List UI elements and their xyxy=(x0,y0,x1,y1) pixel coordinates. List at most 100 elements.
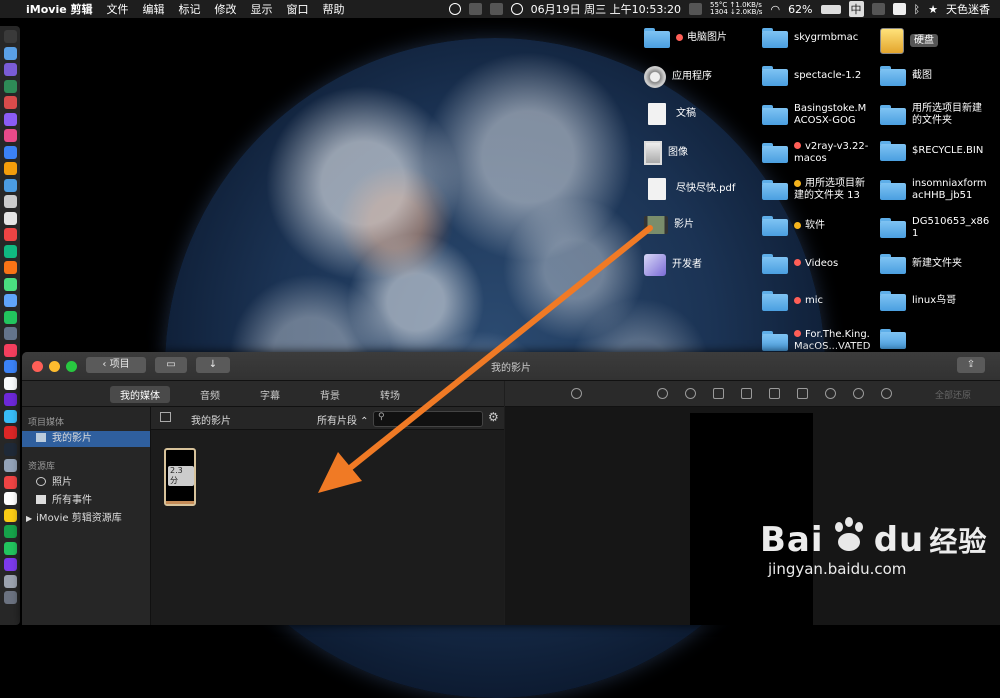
menu-mark[interactable]: 标记 xyxy=(179,1,201,17)
menu-view[interactable]: 显示 xyxy=(251,1,273,17)
gear-icon[interactable]: ⚙ xyxy=(488,410,499,424)
desktop-item[interactable]: 新建文件夹 xyxy=(880,253,962,274)
dock-app-icon[interactable] xyxy=(4,310,17,324)
magic-wand-icon[interactable] xyxy=(571,388,582,399)
dock-app-icon[interactable] xyxy=(4,409,17,423)
dock-app-icon[interactable] xyxy=(4,228,17,241)
desktop-item[interactable]: 尽快尽快.pdf xyxy=(644,178,735,201)
dock-app-icon[interactable] xyxy=(4,442,17,456)
dock-app-icon[interactable] xyxy=(4,508,17,522)
dock-app-icon[interactable] xyxy=(4,327,17,340)
desktop-item[interactable]: For.The.King. MacOS...VATED xyxy=(762,329,870,353)
dock-app-icon[interactable] xyxy=(4,426,17,439)
dock-app-icon[interactable] xyxy=(4,492,17,505)
dock-app-icon[interactable] xyxy=(4,46,17,60)
dock-app-icon[interactable] xyxy=(4,178,17,192)
desktop-item[interactable]: DG510653_x86 1 xyxy=(880,216,989,240)
menu-window[interactable]: 窗口 xyxy=(287,1,309,17)
datetime[interactable]: 06月19日 周三 上午10:53:20 xyxy=(531,1,681,17)
network-stats[interactable]: 55°C ↑1.0KB/s 1304 ↓2.0KB/s xyxy=(710,2,762,16)
tab-backgrounds[interactable]: 背景 xyxy=(320,387,340,402)
wifi-icon[interactable]: ◠ xyxy=(770,3,780,16)
info-icon[interactable] xyxy=(881,388,892,399)
menu-file[interactable]: 文件 xyxy=(107,1,129,17)
desktop-item[interactable]: 开发者 xyxy=(644,253,702,276)
dock-app-icon[interactable] xyxy=(4,294,17,307)
tab-transitions[interactable]: 转场 xyxy=(380,387,400,402)
bluetooth-icon[interactable]: ᛒ xyxy=(914,3,921,16)
volume-icon[interactable] xyxy=(769,388,780,399)
camera-icon[interactable] xyxy=(741,388,752,399)
dock-app-icon[interactable] xyxy=(4,591,17,604)
menu-modify[interactable]: 修改 xyxy=(215,1,237,17)
s-app-icon[interactable] xyxy=(892,3,906,15)
dock-app-icon[interactable] xyxy=(4,211,17,225)
dock-app-icon[interactable] xyxy=(4,96,17,109)
sidebar-item-my-movie[interactable]: 我的影片 xyxy=(22,431,150,447)
dock-app-icon[interactable] xyxy=(4,244,17,258)
dock-app-icon[interactable] xyxy=(4,79,17,93)
dock-app-icon[interactable] xyxy=(4,525,17,538)
color-palette-icon[interactable] xyxy=(685,388,696,399)
search-input[interactable]: ⚲ xyxy=(373,411,483,427)
user-name[interactable]: 天色迷香 xyxy=(946,1,990,17)
desktop-item[interactable]: mic xyxy=(762,291,823,312)
sidebar-toggle-icon[interactable] xyxy=(160,412,171,422)
dock-app-icon[interactable] xyxy=(4,112,17,126)
desktop-item[interactable]: 截图 xyxy=(880,65,932,86)
battery-percent[interactable]: 62% xyxy=(788,3,812,16)
dock-app-icon[interactable] xyxy=(4,343,17,357)
menu-app-name[interactable]: iMovie 剪辑 xyxy=(26,1,93,17)
tab-my-media[interactable]: 我的媒体 xyxy=(110,386,170,403)
desktop-item[interactable]: 软件 xyxy=(762,216,825,236)
dock-app-icon[interactable] xyxy=(4,360,17,373)
dock-app-icon[interactable] xyxy=(4,574,17,588)
menu-edit[interactable]: 编辑 xyxy=(143,1,165,17)
tab-titles[interactable]: 字幕 xyxy=(260,387,280,402)
desktop-item[interactable]: 影片 xyxy=(644,216,694,234)
dock-app-icon[interactable] xyxy=(4,376,17,390)
desktop-item[interactable]: v2ray-v3.22- macos xyxy=(762,141,868,165)
filter-icon[interactable] xyxy=(853,388,864,399)
dock-app-icon[interactable] xyxy=(4,277,17,291)
display-icon[interactable] xyxy=(468,3,482,15)
dock-app-icon[interactable] xyxy=(4,261,17,274)
dock-app-icon[interactable] xyxy=(4,475,17,489)
desktop-item[interactable]: 图像 xyxy=(644,140,688,165)
dock-app-icon[interactable] xyxy=(4,459,17,472)
desktop-item[interactable]: 电脑图片 xyxy=(644,28,727,48)
sidebar-item-photos[interactable]: 照片 xyxy=(22,475,150,491)
battery-icon[interactable] xyxy=(820,4,841,14)
desktop-item[interactable]: Videos xyxy=(762,253,838,274)
sidebar-item-imovie-library[interactable]: ▶ iMovie 剪辑资源库 xyxy=(22,511,150,527)
desktop-item[interactable]: skygrmbmac xyxy=(762,28,858,48)
desktop-item[interactable]: 用所选项目新建 的文件夹 xyxy=(880,103,982,127)
desktop-item[interactable]: $RECYCLE.BIN xyxy=(880,140,983,161)
clip-filter-select[interactable]: 所有片段 ⌃ xyxy=(317,412,369,427)
clock-icon[interactable] xyxy=(448,3,461,15)
desktop-item[interactable]: insomniaxform acHHB_jb51 xyxy=(880,178,987,202)
equalizer-icon[interactable] xyxy=(797,388,808,399)
desktop-item[interactable]: 用所选项目新 建的文件夹 13 xyxy=(762,178,865,202)
speed-icon[interactable] xyxy=(825,388,836,399)
dock-app-icon[interactable] xyxy=(4,63,17,76)
desktop-item[interactable]: 硬盘 xyxy=(880,28,938,54)
share-button[interactable]: ⇪ xyxy=(957,357,985,373)
dock-app-icon[interactable] xyxy=(4,558,17,571)
tab-audio[interactable]: 音频 xyxy=(200,387,220,402)
menu-help[interactable]: 帮助 xyxy=(323,1,345,17)
sidebar-item-all-events[interactable]: 所有事件 xyxy=(22,493,150,509)
input-method[interactable]: 中 xyxy=(848,1,864,17)
desktop-item[interactable]: 应用程序 xyxy=(644,65,712,88)
dock-app-icon[interactable] xyxy=(4,195,17,208)
photo-icon[interactable] xyxy=(489,3,503,15)
desktop-item[interactable]: 文稿 xyxy=(644,103,696,126)
dock-app-icon[interactable] xyxy=(4,30,17,43)
grid-icon[interactable] xyxy=(689,3,703,15)
globe-icon[interactable] xyxy=(510,3,523,15)
reset-all-button[interactable]: 全部还原 xyxy=(935,388,971,401)
star-icon[interactable]: ★ xyxy=(928,3,938,16)
desktop-item[interactable] xyxy=(880,328,912,349)
dock-app-icon[interactable] xyxy=(4,145,17,159)
desktop-item[interactable]: spectacle-1.2 xyxy=(762,65,861,86)
